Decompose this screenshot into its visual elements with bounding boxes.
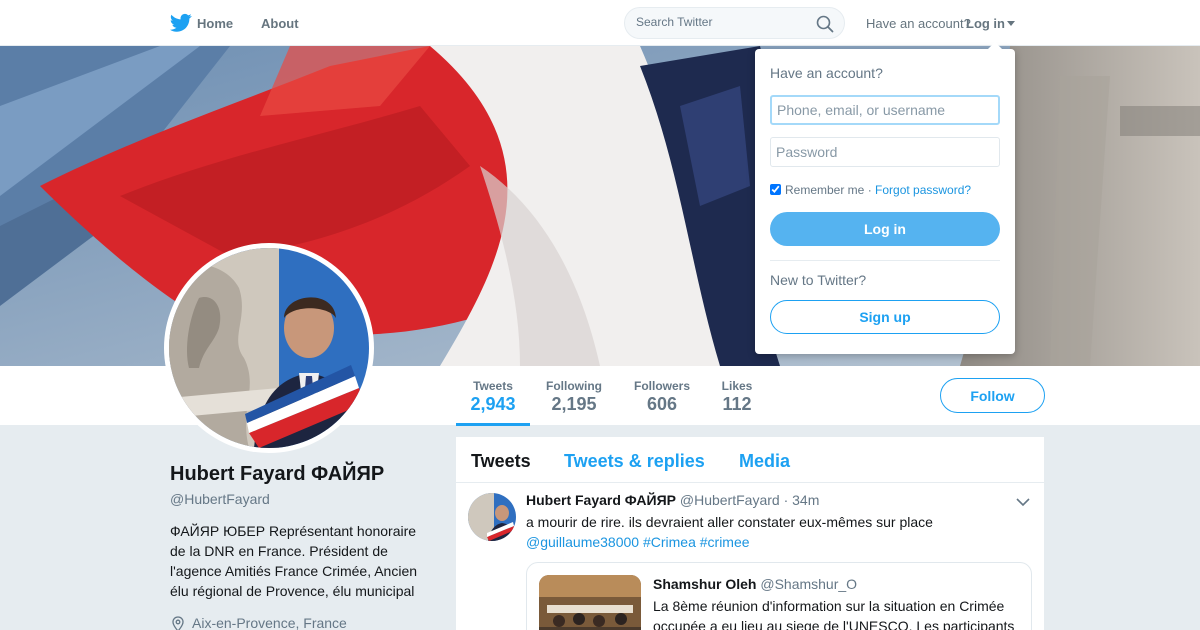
search-icon[interactable] bbox=[816, 15, 834, 33]
tweet-hashtags-mentions[interactable]: @guillaume38000 #Crimea #crimee bbox=[526, 532, 750, 552]
password-field[interactable] bbox=[770, 137, 1000, 167]
profile-avatar[interactable] bbox=[164, 243, 374, 453]
twitter-bird-icon[interactable] bbox=[170, 13, 192, 33]
tab-media[interactable]: Media bbox=[739, 451, 790, 472]
username-field[interactable] bbox=[770, 95, 1000, 125]
profile-location: Aix-en-Provence, France bbox=[170, 615, 347, 630]
timeline-tabs: Tweets Tweets & replies Media bbox=[456, 437, 1044, 483]
tweet-text: a mourir de rire. ils devraient aller co… bbox=[526, 514, 933, 530]
signup-button[interactable]: Sign up bbox=[770, 300, 1000, 334]
tweet-author-name[interactable]: Hubert Fayard ФАЙЯР bbox=[526, 492, 676, 508]
search-box[interactable] bbox=[624, 7, 845, 39]
location-text: Aix-en-Provence, France bbox=[192, 615, 347, 630]
quoted-tweet[interactable]: Shamshur Oleh @Shamshur_O La 8ème réunio… bbox=[526, 562, 1032, 630]
tweet-avatar[interactable] bbox=[468, 493, 516, 541]
have-account-label: Have an account? bbox=[866, 16, 971, 31]
remember-me-label: Remember me · bbox=[785, 183, 872, 197]
timeline: Tweets Tweets & replies Media Hubert Fay… bbox=[456, 437, 1044, 630]
stat-label: Followers bbox=[633, 379, 690, 393]
dropdown-title: Have an account? bbox=[770, 65, 883, 81]
stat-following[interactable]: Following 2,195 bbox=[540, 366, 608, 426]
home-link[interactable]: Home bbox=[197, 16, 233, 31]
avatar-photo bbox=[169, 248, 369, 448]
login-button[interactable]: Log in bbox=[770, 212, 1000, 246]
stat-label: Following bbox=[546, 379, 602, 393]
search-input[interactable] bbox=[636, 15, 816, 29]
stat-value: 2,195 bbox=[551, 394, 597, 414]
top-navigation-bar: Home About Have an account? Log in bbox=[0, 0, 1200, 46]
stat-followers[interactable]: Followers 606 bbox=[628, 366, 696, 426]
chevron-down-icon[interactable] bbox=[1007, 21, 1015, 26]
location-pin-icon bbox=[172, 616, 184, 630]
about-link[interactable]: About bbox=[261, 16, 299, 31]
tweet-header: Hubert Fayard ФАЙЯР @HubertFayard · 34m bbox=[526, 492, 819, 508]
follow-button[interactable]: Follow bbox=[940, 378, 1045, 413]
stat-label: Tweets bbox=[473, 379, 513, 393]
remember-me-checkbox[interactable] bbox=[770, 184, 781, 195]
new-to-twitter-label: New to Twitter? bbox=[770, 272, 867, 288]
tweet-author-meta[interactable]: @HubertFayard · 34m bbox=[680, 492, 819, 508]
stat-value: 606 bbox=[646, 394, 678, 414]
divider bbox=[770, 260, 1000, 261]
profile-name: Hubert Fayard ФАЙЯР bbox=[170, 463, 385, 485]
remember-me-row: Remember me · Forgot password? bbox=[770, 183, 971, 197]
stat-likes[interactable]: Likes 112 bbox=[714, 366, 760, 426]
quoted-author-name: Shamshur Oleh bbox=[653, 576, 757, 592]
stat-value: 112 bbox=[722, 394, 752, 414]
stat-tweets[interactable]: Tweets 2,943 bbox=[456, 366, 530, 426]
profile-handle: @HubertFayard bbox=[170, 491, 270, 507]
chevron-down-icon[interactable] bbox=[1016, 497, 1030, 507]
quoted-tweet-header: Shamshur Oleh @Shamshur_O bbox=[653, 576, 857, 592]
forgot-password-link[interactable]: Forgot password? bbox=[875, 183, 971, 197]
login-dropdown-toggle[interactable]: Log in bbox=[966, 16, 1005, 31]
quoted-author-handle: @Shamshur_O bbox=[760, 576, 858, 592]
login-dropdown: Have an account? Remember me · Forgot pa… bbox=[755, 42, 1015, 354]
tab-tweets[interactable]: Tweets bbox=[471, 451, 531, 472]
profile-bio: ФАЙЯР ЮБЕР Représentant honoraire de la … bbox=[170, 523, 418, 599]
stat-value: 2,943 bbox=[470, 394, 516, 414]
quoted-tweet-text: La 8ème réunion d'information sur la sit… bbox=[653, 598, 1015, 630]
quoted-tweet-image bbox=[539, 575, 641, 630]
stat-label: Likes bbox=[721, 379, 753, 393]
tab-tweets-and-replies[interactable]: Tweets & replies bbox=[564, 451, 705, 472]
